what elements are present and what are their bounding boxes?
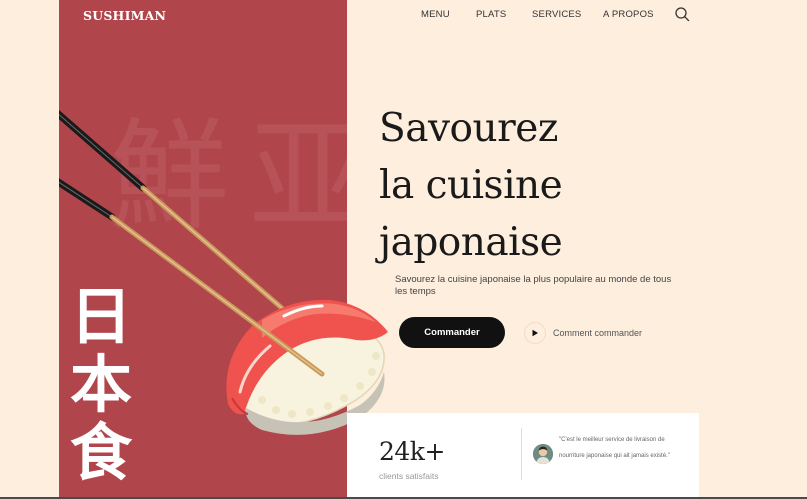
background-kanji-2: 亚 [249, 108, 347, 247]
vertical-kanji: 日 本 食 [66, 283, 136, 487]
nav-a-propos[interactable]: A PROPOS [603, 9, 654, 20]
search-icon[interactable] [674, 6, 690, 22]
nav-menu[interactable]: MENU [421, 9, 450, 20]
nav-services[interactable]: SERVICES [532, 9, 581, 20]
nav-plats[interactable]: PLATS [476, 9, 506, 20]
kanji-shoku: 食 [69, 416, 132, 489]
background-kanji-1: 鮮 [109, 108, 229, 247]
kanji-hi: 日 [69, 280, 132, 353]
card-divider [521, 428, 522, 480]
headline-line-2: la cuisine [379, 163, 563, 208]
stat-number: 24k+ [379, 437, 445, 466]
comment-commander-link[interactable]: Comment commander [553, 328, 642, 338]
page-margin [0, 0, 59, 499]
headline-line-1: Savourez [379, 106, 558, 151]
kanji-hon: 本 [69, 348, 132, 421]
headline-line-3: japonaise [379, 220, 563, 265]
stat-label: clients satisfaits [379, 471, 439, 481]
commander-button[interactable]: Commander [399, 317, 505, 348]
hero-headline: Savourez la cuisine japonaise [379, 100, 563, 271]
brand-logo[interactable]: SUSHIMAN [83, 8, 166, 23]
play-icon[interactable] [524, 322, 546, 344]
avatar [533, 444, 553, 464]
testimonial-quote: "C'est le meilleur service de livraison … [559, 437, 670, 459]
hero-subtitle: Savourez la cuisine japonaise la plus po… [395, 274, 672, 297]
